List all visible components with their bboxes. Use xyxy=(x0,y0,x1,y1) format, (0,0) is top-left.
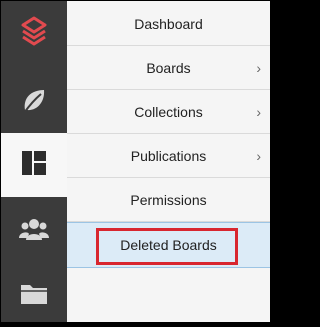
app-frame: Dashboard Boards › Collections › Publica… xyxy=(0,0,271,323)
sidebar-item-boards[interactable] xyxy=(1,133,67,197)
menu-item-collections[interactable]: Collections › xyxy=(67,91,270,134)
menu-item-publications[interactable]: Publications › xyxy=(67,135,270,178)
sidebar-item-home[interactable] xyxy=(1,1,67,65)
chevron-right-icon: › xyxy=(256,104,261,120)
menu-item-deleted-boards[interactable]: Deleted Boards xyxy=(67,222,270,268)
menu-item-label: Dashboard xyxy=(134,16,203,32)
menu-item-label: Collections xyxy=(134,104,203,120)
menu-item-boards[interactable]: Boards › xyxy=(67,47,270,90)
sidebar-item-folders[interactable] xyxy=(1,263,67,327)
menu-item-label: Deleted Boards xyxy=(120,237,217,253)
menu-item-permissions[interactable]: Permissions xyxy=(67,179,270,222)
menu-item-label: Permissions xyxy=(130,192,207,208)
chevron-right-icon: › xyxy=(256,148,261,164)
sidebar-item-users[interactable] xyxy=(1,199,67,263)
boards-submenu: Dashboard Boards › Collections › Publica… xyxy=(67,1,270,322)
app-logo-icon xyxy=(19,15,49,52)
dashboard-grid-icon xyxy=(21,150,47,181)
menu-item-label: Boards xyxy=(146,60,191,76)
icon-sidebar xyxy=(1,1,67,322)
sidebar-item-leaf[interactable] xyxy=(1,71,67,135)
folder-icon xyxy=(20,280,48,311)
menu-item-dashboard[interactable]: Dashboard xyxy=(67,3,270,46)
chevron-right-icon: › xyxy=(256,60,261,76)
users-group-icon xyxy=(19,216,49,247)
menu-item-label: Publications xyxy=(130,148,207,164)
leaf-icon xyxy=(19,86,49,121)
